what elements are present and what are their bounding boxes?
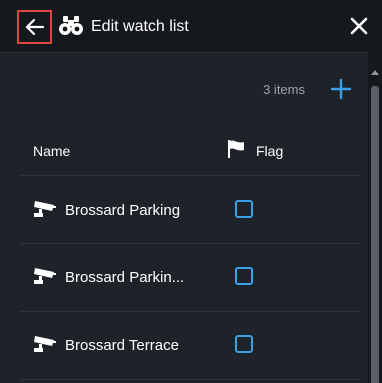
flag-checkbox[interactable]: [235, 335, 253, 353]
header-divider: [20, 175, 360, 176]
column-header-name[interactable]: Name: [33, 143, 70, 159]
flag-checkbox[interactable]: [235, 267, 253, 285]
row-label: Brossard Parking: [65, 202, 181, 219]
watch-list-panel: Edit watch list 3 items Name Flag Brossa…: [0, 0, 382, 383]
camera-icon: [34, 201, 56, 217]
scrollbar-thumb[interactable]: [371, 86, 379, 383]
flag-checkbox[interactable]: [235, 200, 253, 218]
camera-icon: [34, 336, 56, 352]
table-row[interactable]: Brossard Parking: [20, 177, 360, 243]
row-divider: [20, 379, 360, 380]
scroll-up-arrow[interactable]: [371, 70, 379, 75]
panel-header: Edit watch list: [0, 0, 382, 53]
row-label: Brossard Terrace: [65, 337, 179, 354]
plus-icon: [330, 78, 352, 100]
page-title: Edit watch list: [91, 18, 189, 35]
add-button[interactable]: [329, 77, 353, 101]
back-button[interactable]: [17, 10, 52, 44]
camera-icon: [34, 268, 56, 284]
scrollbar[interactable]: [368, 52, 382, 383]
close-icon[interactable]: [348, 15, 370, 37]
arrow-left-icon: [25, 18, 44, 36]
items-count: 3 items: [263, 82, 305, 97]
column-header-flag[interactable]: Flag: [256, 143, 283, 159]
flag-icon: [228, 140, 244, 158]
row-label: Brossard Parkin...: [65, 269, 185, 286]
binoculars-icon: [59, 16, 83, 35]
table-row[interactable]: Brossard Parkin...: [20, 244, 360, 310]
table-row[interactable]: Brossard Terrace: [20, 312, 360, 378]
